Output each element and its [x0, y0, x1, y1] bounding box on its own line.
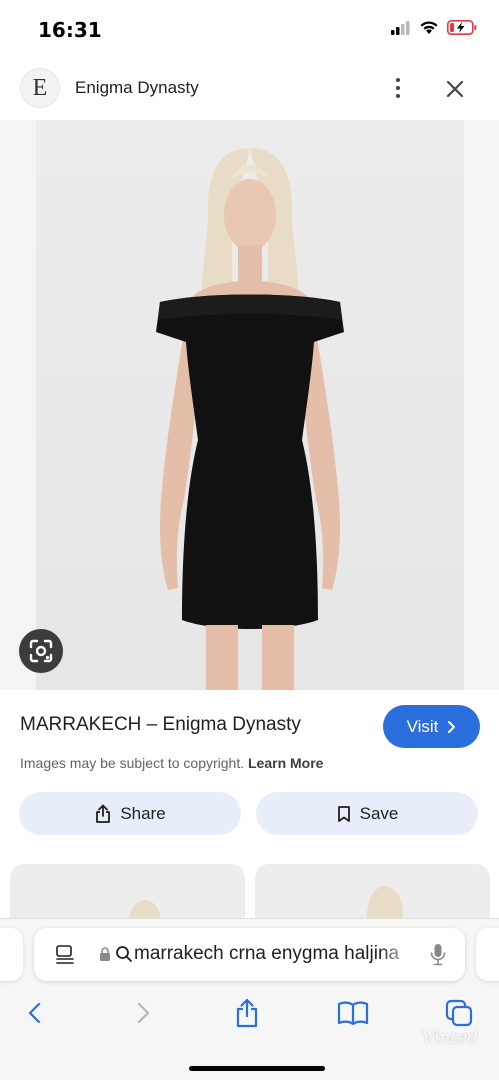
status-bar: 16:31 [0, 0, 499, 60]
result-title[interactable]: MARRAKECH – Enigma Dynasty [20, 714, 301, 736]
copyright-text: Images may be subject to copyright. [20, 755, 245, 771]
save-label: Save [359, 803, 399, 823]
site-name[interactable]: Enigma Dynasty [75, 78, 199, 98]
url-text[interactable]: marrakech crna enygma haljina [134, 943, 414, 965]
back-icon [28, 1002, 41, 1024]
battery-icon [447, 20, 477, 35]
close-icon[interactable] [440, 74, 470, 104]
copyright-notice: Images may be subject to copyright. Lear… [20, 755, 323, 771]
lock-icon [100, 947, 110, 961]
signal-icon [391, 20, 410, 35]
more-vert-icon[interactable] [386, 74, 410, 102]
next-tab-preview[interactable] [476, 928, 499, 981]
forward-button[interactable] [123, 995, 163, 1031]
share-sheet-button[interactable] [227, 995, 267, 1031]
product-photo [36, 120, 464, 690]
forward-icon [137, 1002, 150, 1024]
share-label: Share [120, 803, 166, 823]
visit-label: Visit [406, 716, 439, 736]
search-icon [116, 946, 132, 962]
bookmark-icon [337, 805, 350, 822]
tabs-button[interactable] [439, 995, 479, 1031]
previous-tab-preview[interactable] [0, 928, 23, 981]
tabs-icon [445, 999, 473, 1027]
mic-icon[interactable] [430, 943, 446, 967]
reader-icon[interactable] [54, 943, 76, 965]
save-button[interactable]: Save [256, 792, 478, 835]
chevron-right-icon [448, 720, 456, 733]
status-icons [391, 20, 477, 35]
home-indicator [189, 1066, 325, 1071]
address-bar[interactable]: marrakech crna enygma haljina [34, 928, 465, 981]
site-avatar[interactable]: E [20, 68, 60, 108]
status-time: 16:31 [38, 18, 102, 42]
bookmarks-button[interactable] [333, 995, 373, 1031]
bookmarks-icon [337, 1001, 369, 1026]
back-button[interactable] [15, 995, 55, 1031]
watermark: Vinted [422, 1028, 479, 1048]
lens-result-header: E Enigma Dynasty [0, 62, 499, 118]
model-figure [156, 148, 344, 690]
share-icon [96, 804, 111, 823]
lens-icon[interactable] [19, 629, 63, 673]
visit-button[interactable]: Visit [383, 705, 480, 748]
learn-more-link[interactable]: Learn More [248, 755, 323, 771]
share-sheet-icon [236, 998, 258, 1028]
result-image[interactable] [0, 120, 499, 690]
share-button[interactable]: Share [19, 792, 241, 835]
wifi-icon [420, 21, 438, 34]
